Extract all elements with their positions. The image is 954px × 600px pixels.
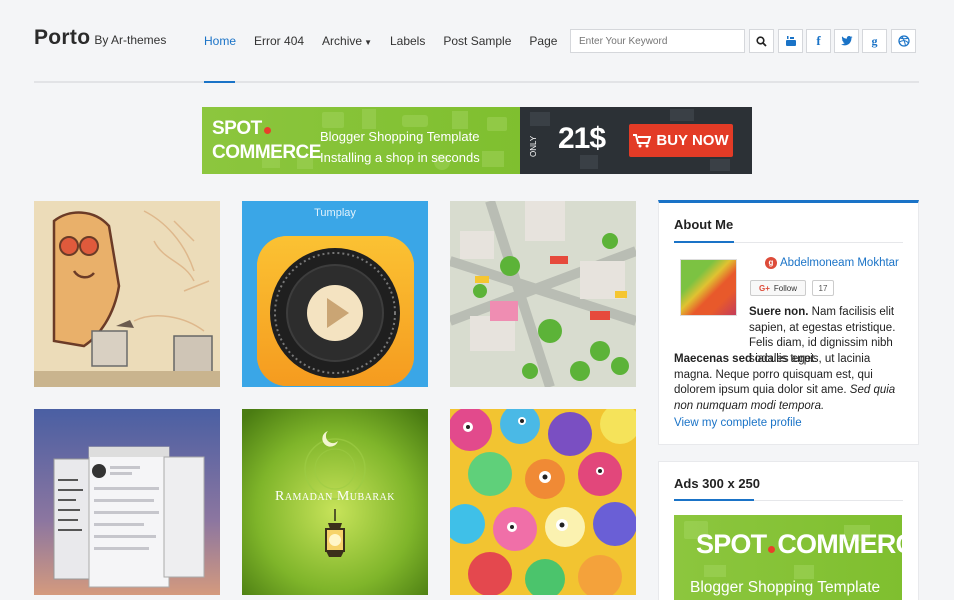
google-plus-icon: G+ bbox=[758, 283, 770, 293]
buy-now-button[interactable]: BUY NOW bbox=[629, 124, 733, 157]
facebook-icon: f bbox=[816, 33, 821, 48]
google-plus-icon: g bbox=[765, 257, 777, 269]
follower-count: 17 bbox=[812, 280, 834, 296]
nav-error-404[interactable]: Error 404 bbox=[254, 34, 304, 48]
brand-byline: By Ar-themes bbox=[94, 33, 167, 47]
caret-down-icon: ▼ bbox=[364, 38, 372, 47]
banner-line1: Blogger Shopping Template bbox=[320, 129, 480, 144]
brand-dot bbox=[263, 127, 271, 134]
cart-icon bbox=[633, 133, 652, 147]
ads-widget: Ads 300 x 250 SPOT COMMERCE Blogger Shopp… bbox=[658, 461, 919, 600]
banner-only: ONLY bbox=[529, 135, 538, 157]
about-bold1: Suere non. bbox=[749, 306, 809, 318]
twitter-icon bbox=[840, 36, 852, 46]
monsters-pattern-image bbox=[450, 409, 636, 595]
post-caption: Ramadan Mubarak bbox=[274, 489, 395, 504]
post-thumbnail[interactable] bbox=[34, 409, 220, 595]
search-icon bbox=[756, 35, 767, 47]
ad-commerce: COMMERCE bbox=[777, 529, 902, 559]
post-thumbnail[interactable] bbox=[450, 409, 636, 595]
ad-spot: SPOT bbox=[696, 529, 767, 559]
banner-price: 21$ bbox=[558, 122, 606, 155]
dribbble-icon bbox=[897, 35, 910, 47]
widget-title-underline bbox=[674, 499, 903, 501]
avatar[interactable] bbox=[680, 259, 737, 316]
search-input[interactable] bbox=[570, 29, 745, 53]
widget-title-underline bbox=[674, 241, 903, 243]
brand-dot bbox=[768, 546, 776, 553]
author-name: Abdelmoneam Mokhtar bbox=[780, 257, 899, 270]
banner-green-panel: SPOT COMMERCE Blogger Shopping Template I… bbox=[202, 107, 520, 174]
youtube-icon bbox=[785, 36, 796, 46]
sidebar-ad-banner[interactable]: SPOT COMMERCE Blogger Shopping Template bbox=[674, 515, 902, 600]
post-thumbnail[interactable]: Tumplay bbox=[242, 201, 428, 387]
top-ad-banner[interactable]: SPOT COMMERCE Blogger Shopping Template I… bbox=[202, 107, 752, 174]
twitter-button[interactable] bbox=[834, 29, 859, 53]
banner-commerce: COMMERCE bbox=[212, 142, 321, 163]
post-thumbnail[interactable] bbox=[34, 201, 220, 387]
banner-brand: SPOT COMMERCE bbox=[212, 117, 321, 165]
banner-line2: Installing a shop in seconds bbox=[320, 150, 480, 165]
post-thumbnail[interactable] bbox=[450, 201, 636, 387]
nav-page[interactable]: Page bbox=[529, 34, 557, 48]
music-app-image bbox=[242, 201, 428, 387]
youtube-button[interactable] bbox=[778, 29, 803, 53]
search-button[interactable] bbox=[749, 29, 774, 53]
ad-brand: SPOT COMMERCE bbox=[696, 529, 902, 560]
author-link[interactable]: g Abdelmoneam Mokhtar bbox=[765, 257, 899, 269]
follow-button[interactable]: G+ Follow bbox=[750, 280, 806, 296]
nav-post-sample[interactable]: Post Sample bbox=[443, 34, 511, 48]
header-divider bbox=[34, 81, 919, 83]
nav-home[interactable]: Home bbox=[204, 34, 236, 48]
city-illustration-image bbox=[450, 201, 636, 387]
dribbble-button[interactable] bbox=[891, 29, 916, 53]
brand-name: Porto bbox=[34, 26, 91, 49]
nav-archive[interactable]: Archive ▼ bbox=[322, 34, 372, 48]
google-plus-button[interactable]: g bbox=[862, 29, 887, 53]
brand-logo[interactable]: Porto By Ar-themes bbox=[34, 26, 166, 50]
post-caption: Tumplay bbox=[314, 207, 356, 219]
about-text-second: Maecenas sed iaculis turpis, ut lacinia … bbox=[674, 352, 907, 414]
about-me-widget: About Me g Abdelmoneam Mokhtar G+ Follow 1… bbox=[658, 200, 919, 445]
about-bold2: Maecenas sed bbox=[674, 353, 752, 365]
post-thumbnail[interactable]: Ramadan Mubarak bbox=[242, 409, 428, 595]
view-profile-link[interactable]: View my complete profile bbox=[674, 417, 802, 429]
ad-line: Blogger Shopping Template bbox=[690, 579, 881, 596]
mac-app-screenshot-image bbox=[34, 409, 220, 595]
widget-title: About Me bbox=[674, 217, 734, 232]
facebook-button[interactable]: f bbox=[806, 29, 831, 53]
nav-labels[interactable]: Labels bbox=[390, 34, 425, 48]
active-nav-indicator bbox=[204, 81, 235, 83]
widget-title: Ads 300 x 250 bbox=[674, 476, 761, 491]
illustration-image bbox=[34, 201, 220, 387]
buy-now-label: BUY NOW bbox=[656, 132, 729, 149]
follow-label: Follow bbox=[773, 283, 798, 293]
nav-archive-label: Archive bbox=[322, 34, 363, 48]
main-nav: Home Error 404 Archive ▼ Labels Post Samp… bbox=[204, 34, 575, 48]
google-plus-icon: g bbox=[871, 33, 878, 48]
banner-spot: SPOT bbox=[212, 118, 262, 139]
